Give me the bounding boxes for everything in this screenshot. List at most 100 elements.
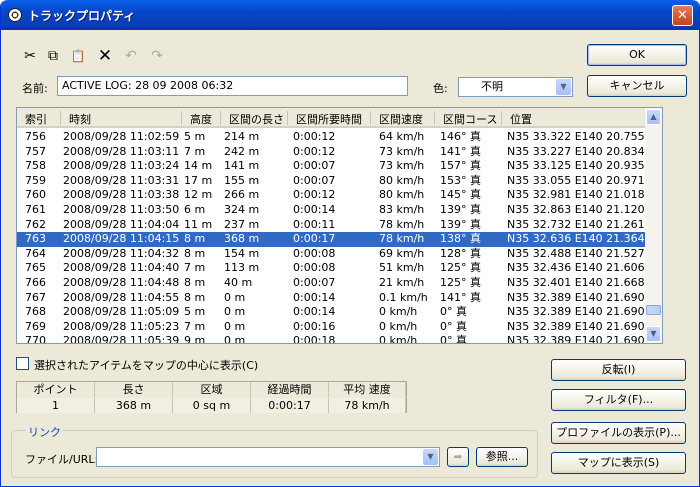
table-cell: 0 m — [224, 334, 246, 344]
table-cell: 0 km/h — [379, 319, 418, 333]
table-row[interactable]: 756 2008/09/28 11:02:59 5 m 214 m 0:00:12 64 … — [17, 130, 647, 145]
title-bar[interactable]: トラックプロパティ ✕ — [1, 0, 699, 30]
column-index[interactable]: 索引 — [17, 111, 61, 126]
table-cell: 73 km/h — [379, 159, 425, 173]
scroll-up-arrow-icon[interactable]: ▲ — [646, 109, 661, 125]
track-points-list[interactable]: 索引 時刻 高度 区間の長さ 区間所要時間 区間速度 区間コース 位置 756 2… — [16, 107, 663, 344]
reverse-button[interactable]: 反転(I) — [551, 359, 686, 381]
table-cell: 145° 真 — [440, 188, 481, 202]
table-row[interactable]: 763 2008/09/28 11:04:15 8 m 368 m 0:00:17 78 … — [17, 232, 647, 247]
table-row[interactable]: 768 2008/09/28 11:05:09 5 m 0 m 0:00:14 0 km/… — [17, 305, 647, 320]
app-icon — [8, 8, 22, 22]
table-cell: 153° 真 — [440, 173, 481, 187]
column-position[interactable]: 位置 — [502, 111, 647, 126]
cancel-button[interactable]: キャンセル — [587, 75, 687, 97]
table-cell: N35 32.389 E140 21.690 — [507, 319, 645, 333]
table-cell: 7 m — [184, 319, 206, 333]
chevron-down-icon[interactable]: ▼ — [423, 449, 438, 465]
scroll-down-arrow-icon[interactable]: ▼ — [646, 326, 661, 342]
table-cell: 2008/09/28 11:04:48 — [63, 276, 180, 289]
stats-value-avg-speed: 78 km/h — [329, 398, 406, 413]
vertical-scrollbar[interactable]: ▲ ▼ — [645, 108, 662, 343]
table-cell: 7 m — [184, 144, 206, 158]
table-cell: N35 32.636 E140 21.364 — [507, 232, 645, 246]
table-row[interactable]: 762 2008/09/28 11:04:04 11 m 237 m 0:00:11 78… — [17, 218, 647, 233]
table-cell: 7 m — [184, 261, 206, 275]
table-cell: 125° 真 — [440, 276, 481, 289]
table-cell: 5 m — [184, 305, 206, 319]
table-cell: 2008/09/28 11:04:40 — [63, 261, 180, 275]
table-row[interactable]: 770 2008/09/28 11:05:39 9 m 0 m 0:00:18 0 km/… — [17, 334, 647, 344]
table-cell: N35 32.436 E140 21.606 — [507, 261, 645, 275]
copy-icon[interactable]: ⧉ — [44, 47, 62, 65]
table-cell: 766 — [25, 276, 46, 289]
file-url-input[interactable]: ▼ — [96, 447, 440, 467]
table-cell: N35 32.389 E140 21.690 — [507, 290, 645, 304]
filter-button[interactable]: フィルタ(F)... — [551, 389, 686, 411]
table-cell: 157° 真 — [440, 159, 481, 173]
table-cell: N35 32.488 E140 21.527 — [507, 246, 645, 260]
table-cell: 12 m — [184, 188, 213, 202]
table-row[interactable]: 760 2008/09/28 11:03:38 12 m 266 m 0:00:12 80… — [17, 188, 647, 203]
column-leg-length[interactable]: 区間の長さ — [221, 111, 288, 126]
table-cell: 139° 真 — [440, 217, 481, 231]
table-row[interactable]: 764 2008/09/28 11:04:32 8 m 154 m 0:00:08 69 … — [17, 247, 647, 262]
center-on-map-label[interactable]: 選択されたアイテムをマップの中心に表示(C) — [34, 357, 258, 373]
delete-icon[interactable]: ✕ — [96, 47, 114, 65]
cut-icon[interactable]: ✂ — [21, 47, 39, 65]
stats-header-elapsed: 経過時間 — [251, 382, 329, 397]
table-cell: N35 33.055 E140 20.971 — [507, 173, 645, 187]
center-on-map-checkbox[interactable] — [16, 357, 29, 370]
table-cell: 2008/09/28 11:03:50 — [63, 203, 180, 216]
redo-icon[interactable]: ↷ — [148, 47, 166, 65]
table-row[interactable]: 766 2008/09/28 11:04:48 8 m 40 m 0:00:07 21 k… — [17, 276, 647, 291]
stats-table: ポイント 長さ 区域 経過時間 平均 速度 1 368 m 0 sq m 0:0… — [16, 381, 407, 413]
scrollbar-thumb[interactable] — [646, 305, 661, 315]
table-cell: 2008/09/28 11:03:38 — [63, 188, 180, 202]
color-label: 色: — [433, 82, 448, 95]
column-leg-time[interactable]: 区間所要時間 — [288, 111, 371, 126]
ok-button[interactable]: OK — [587, 44, 687, 66]
browse-button[interactable]: 参照... — [476, 447, 528, 467]
table-cell: 139° 真 — [440, 203, 481, 216]
column-altitude[interactable]: 高度 — [182, 111, 221, 126]
table-row[interactable]: 767 2008/09/28 11:04:55 8 m 0 m 0:00:14 0.1 k… — [17, 291, 647, 306]
table-cell: 2008/09/28 11:04:04 — [63, 217, 180, 231]
stats-value-points: 1 — [17, 398, 95, 413]
show-on-map-button[interactable]: マップに表示(S) — [551, 452, 686, 474]
table-cell: 762 — [25, 217, 46, 231]
name-input[interactable]: ACTIVE LOG: 28 09 2008 06:32 — [57, 76, 408, 96]
show-profile-button[interactable]: プロファイルの表示(P)... — [551, 422, 686, 444]
table-cell: 0:00:08 — [293, 246, 336, 260]
table-row[interactable]: 769 2008/09/28 11:05:23 7 m 0 m 0:00:16 0 km/… — [17, 320, 647, 335]
column-leg-speed[interactable]: 区間速度 — [371, 111, 435, 126]
close-button[interactable]: ✕ — [672, 5, 693, 26]
table-cell: N35 32.401 E140 21.668 — [507, 276, 645, 289]
table-cell: 40 m — [224, 276, 253, 289]
table-cell: 770 — [25, 334, 46, 344]
chevron-down-icon[interactable]: ▼ — [556, 79, 571, 95]
go-arrow-icon[interactable]: ➦ — [447, 447, 469, 467]
table-row[interactable]: 758 2008/09/28 11:03:24 14 m 141 m 0:00:07 73… — [17, 159, 647, 174]
table-cell: 141° 真 — [440, 144, 481, 158]
table-cell: 5 m — [184, 130, 206, 143]
table-cell: 760 — [25, 188, 46, 202]
table-row[interactable]: 765 2008/09/28 11:04:40 7 m 113 m 0:00:08 51 … — [17, 261, 647, 276]
table-cell: 761 — [25, 203, 46, 216]
table-cell: 2008/09/28 11:05:39 — [63, 334, 180, 344]
color-select-value: 不明 — [481, 80, 503, 93]
column-leg-course[interactable]: 区間コース — [435, 111, 502, 126]
column-time[interactable]: 時刻 — [61, 111, 182, 126]
table-row[interactable]: 759 2008/09/28 11:03:31 17 m 155 m 0:00:07 80… — [17, 174, 647, 189]
paste-icon[interactable]: 📋 — [69, 47, 87, 65]
table-row[interactable]: 761 2008/09/28 11:03:50 6 m 324 m 0:00:14 83 … — [17, 203, 647, 218]
table-row[interactable]: 757 2008/09/28 11:03:11 7 m 242 m 0:00:12 73 … — [17, 145, 647, 160]
table-header: 索引 時刻 高度 区間の長さ 区間所要時間 区間速度 区間コース 位置 — [17, 108, 647, 128]
table-cell: 0:00:07 — [293, 159, 336, 173]
undo-icon[interactable]: ↶ — [122, 47, 140, 65]
color-select[interactable]: 不明 ▼ — [458, 77, 573, 97]
table-cell: 765 — [25, 261, 46, 275]
stats-header-avg-speed: 平均 速度 — [329, 382, 406, 397]
table-cell: 0:00:18 — [293, 334, 336, 344]
table-cell: N35 32.732 E140 21.261 — [507, 217, 645, 231]
